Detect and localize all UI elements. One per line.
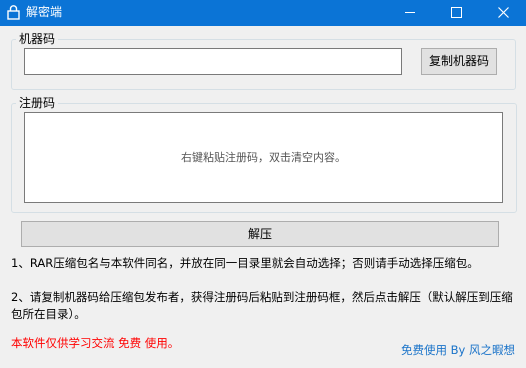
title-bar[interactable]: 解密端: [0, 0, 526, 26]
register-code-label: 注册码: [16, 96, 59, 110]
register-code-field[interactable]: 右键粘贴注册码，双击清空内容。: [24, 112, 503, 203]
disclaimer-text: 本软件仅供学习交流 免费 使用。: [11, 336, 180, 350]
lock-icon: [7, 5, 20, 20]
unpack-button[interactable]: 解压: [21, 221, 499, 247]
app-window: 解密端 机器码 复制机器码 注册码 右键粘贴注册码，双击清空内容。 解压 1、R…: [0, 0, 526, 368]
copy-machine-code-button[interactable]: 复制机器码: [421, 48, 497, 75]
instruction-line-1: 1、RAR压缩包名与本软件同名，并放在同一目录里就会自动选择；否则请手动选择压缩…: [11, 256, 479, 270]
close-icon[interactable]: [480, 0, 526, 26]
machine-code-field[interactable]: [24, 48, 402, 75]
instruction-line-2: 2、请复制机器码给压缩包发布者，获得注册码后粘贴到注册码框，然后点击解压（默认解…: [11, 290, 513, 321]
author-link[interactable]: 免费使用 By 风之暇想: [401, 343, 515, 358]
register-code-hint: 右键粘贴注册码，双击清空内容。: [181, 151, 346, 164]
machine-code-label: 机器码: [16, 32, 59, 46]
window-title: 解密端: [26, 5, 63, 19]
maximize-icon[interactable]: [433, 0, 479, 26]
minimize-icon[interactable]: [387, 0, 433, 26]
